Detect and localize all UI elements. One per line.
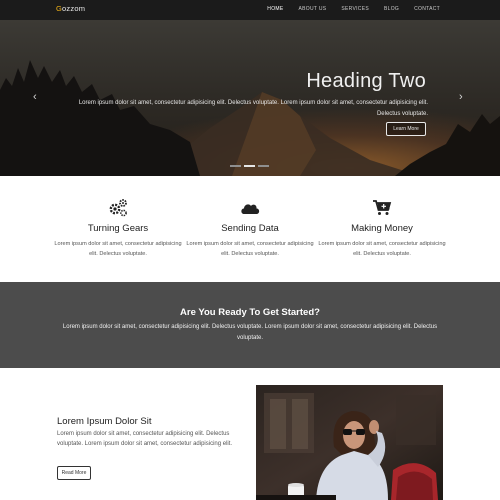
feature-title: Turning Gears <box>87 223 149 234</box>
about-title: Lorem Ipsum Dolor Sit <box>57 416 152 427</box>
hero-heading: Heading Two <box>306 70 426 92</box>
feature-card: Turning Gears Lorem ipsum dolor sit amet… <box>51 198 185 259</box>
chevron-left-icon[interactable]: ‹ <box>33 92 37 103</box>
feature-title: Making Money <box>351 223 413 234</box>
hero-carousel: Heading Two Lorem ipsum dolor sit amet, … <box>0 20 500 176</box>
cta-text: Lorem ipsum dolor sit amet, consectetur … <box>62 324 438 341</box>
nav-item-services[interactable]: Services <box>341 6 369 12</box>
navbar: Gozzom Home About Us Services Blog Conta… <box>0 0 500 20</box>
feature-text: Lorem ipsum dolor sit amet, consectetur … <box>186 241 314 257</box>
about-section: Lorem Ipsum Dolor Sit Lorem ipsum dolor … <box>0 368 500 500</box>
nav-menu: Home About Us Services Blog Contact <box>252 6 440 12</box>
features-section: Turning Gears Lorem ipsum dolor sit amet… <box>0 176 500 282</box>
nav-item-contact[interactable]: Contact <box>414 6 440 12</box>
brand-name: ozzom <box>62 4 86 13</box>
learn-more-button[interactable]: Learn More <box>386 122 426 136</box>
feature-text: Lorem ipsum dolor sit amet, consectetur … <box>318 241 446 257</box>
feature-card: Making Money Lorem ipsum dolor sit amet,… <box>315 198 449 259</box>
nav-item-home[interactable]: Home <box>267 6 283 12</box>
brand-logo[interactable]: Gozzom <box>56 4 85 13</box>
chevron-right-icon[interactable]: › <box>459 92 463 103</box>
carousel-indicator-3[interactable] <box>258 165 269 167</box>
cart-icon <box>373 200 392 215</box>
cloud-icon <box>241 204 260 214</box>
carousel-indicator-1[interactable] <box>230 165 241 167</box>
feature-title: Sending Data <box>221 223 279 234</box>
gears-icon <box>109 199 127 217</box>
about-photo <box>256 385 443 500</box>
about-text: Lorem ipsum dolor sit amet, consectetur … <box>57 431 233 447</box>
cta-title: Are You Ready To Get Started? <box>180 307 320 318</box>
nav-item-blog[interactable]: Blog <box>384 6 399 12</box>
hero-text: Lorem ipsum dolor sit amet, consectetur … <box>78 100 428 117</box>
carousel-indicators <box>230 165 269 167</box>
carousel-indicator-2[interactable] <box>244 165 255 167</box>
nav-item-about-us[interactable]: About Us <box>299 6 327 12</box>
feature-card: Sending Data Lorem ipsum dolor sit amet,… <box>183 198 317 259</box>
read-more-button[interactable]: Read More <box>57 466 91 480</box>
call-to-action-section: Are You Ready To Get Started? Lorem ipsu… <box>0 282 500 368</box>
feature-text: Lorem ipsum dolor sit amet, consectetur … <box>54 241 182 257</box>
